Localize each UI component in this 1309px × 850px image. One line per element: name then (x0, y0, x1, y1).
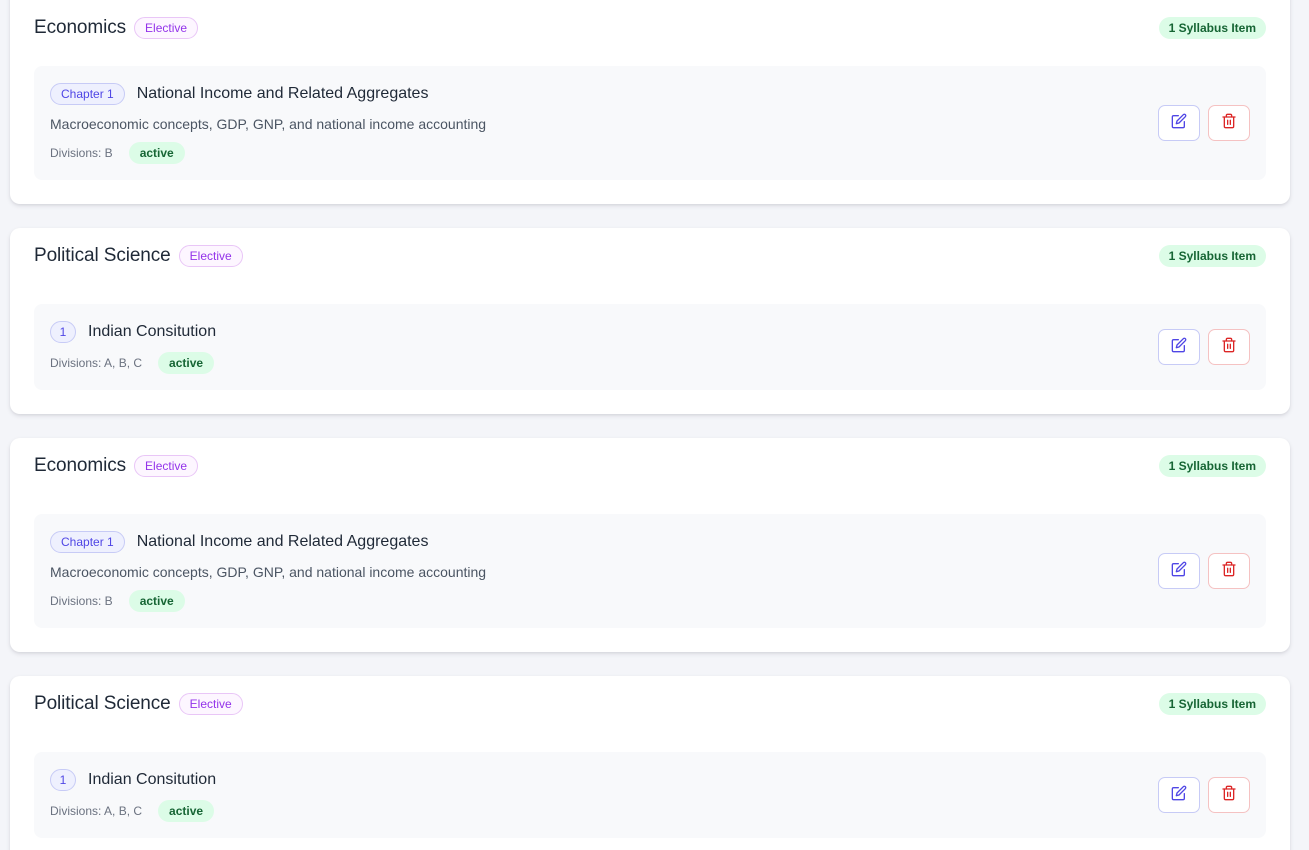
item-meta: Divisions: B active (50, 590, 185, 612)
divisions-label: Divisions: A, B, C (50, 356, 143, 370)
subject-title: Political Science (34, 245, 171, 266)
item-title: National Income and Related Aggregates (136, 533, 429, 550)
item-meta: Divisions: B active (50, 142, 185, 164)
edit-icon (1171, 785, 1187, 806)
syllabus-count-badge: 1 Syllabus Item (1158, 17, 1266, 39)
subject-card-header: Economics Elective 1 Syllabus Item (34, 455, 1266, 477)
item-title: Indian Consitution (88, 323, 217, 340)
item-title-row: 1 Indian Consitution (50, 321, 216, 343)
chapter-badge: Chapter 1 (50, 83, 125, 105)
subject-card-economics: Economics Elective 1 Syllabus Item Chapt… (10, 0, 1290, 204)
item-title-row: 1 Indian Consitution (50, 769, 216, 791)
item-actions (1158, 105, 1250, 141)
edit-icon (1171, 561, 1187, 582)
elective-badge: Elective (178, 245, 243, 267)
edit-button[interactable] (1158, 777, 1200, 813)
subject-title: Political Science (34, 693, 171, 714)
subject-title: Economics (34, 17, 127, 38)
item-title-row: Chapter 1 National Income and Related Ag… (50, 531, 428, 553)
elective-badge: Elective (134, 17, 199, 39)
status-badge: active (128, 590, 185, 612)
item-meta: Divisions: A, B, C active (50, 800, 215, 822)
delete-button[interactable] (1208, 777, 1250, 813)
chapter-badge: 1 (50, 769, 76, 791)
subject-card-header: Political Science Elective 1 Syllabus It… (34, 693, 1266, 715)
delete-button[interactable] (1208, 553, 1250, 589)
item-actions (1158, 329, 1250, 365)
chapter-badge: 1 (50, 321, 76, 343)
syllabus-item: 1 Indian Consitution Divisions: A, B, C … (34, 304, 1266, 390)
subject-card-political-science: Political Science Elective 1 Syllabus It… (10, 228, 1290, 414)
syllabus-count-badge: 1 Syllabus Item (1158, 693, 1266, 715)
delete-button[interactable] (1208, 105, 1250, 141)
subject-card-header: Economics Elective 1 Syllabus Item (34, 17, 1266, 39)
subject-card-political-science: Political Science Elective 1 Syllabus It… (10, 676, 1290, 850)
item-description: Macroeconomic concepts, GDP, GNP, and na… (50, 116, 487, 132)
syllabus-item: Chapter 1 National Income and Related Ag… (34, 514, 1266, 628)
item-title: Indian Consitution (88, 771, 217, 788)
status-badge: active (128, 142, 185, 164)
item-description: Macroeconomic concepts, GDP, GNP, and na… (50, 564, 487, 580)
subject-card-header: Political Science Elective 1 Syllabus It… (34, 245, 1266, 267)
edit-icon (1171, 113, 1187, 134)
trash-icon (1221, 113, 1237, 134)
edit-button[interactable] (1158, 329, 1200, 365)
item-title-row: Chapter 1 National Income and Related Ag… (50, 83, 428, 105)
item-meta: Divisions: A, B, C active (50, 352, 215, 374)
syllabus-item: Chapter 1 National Income and Related Ag… (34, 66, 1266, 180)
delete-button[interactable] (1208, 329, 1250, 365)
item-actions (1158, 553, 1250, 589)
divisions-label: Divisions: A, B, C (50, 804, 143, 818)
subject-title: Economics (34, 455, 127, 476)
item-title: National Income and Related Aggregates (136, 85, 429, 102)
status-badge: active (158, 800, 215, 822)
syllabus-count-badge: 1 Syllabus Item (1158, 245, 1266, 267)
trash-icon (1221, 785, 1237, 806)
edit-icon (1171, 337, 1187, 358)
divisions-label: Divisions: B (50, 594, 113, 608)
item-actions (1158, 777, 1250, 813)
status-badge: active (158, 352, 215, 374)
elective-badge: Elective (134, 455, 199, 477)
syllabus-list: Economics Elective 1 Syllabus Item Chapt… (0, 0, 1309, 850)
divisions-label: Divisions: B (50, 146, 113, 160)
edit-button[interactable] (1158, 553, 1200, 589)
trash-icon (1221, 337, 1237, 358)
chapter-badge: Chapter 1 (50, 531, 125, 553)
syllabus-item: 1 Indian Consitution Divisions: A, B, C … (34, 752, 1266, 838)
edit-button[interactable] (1158, 105, 1200, 141)
subject-card-economics: Economics Elective 1 Syllabus Item Chapt… (10, 438, 1290, 652)
elective-badge: Elective (178, 693, 243, 715)
syllabus-count-badge: 1 Syllabus Item (1158, 455, 1266, 477)
trash-icon (1221, 561, 1237, 582)
